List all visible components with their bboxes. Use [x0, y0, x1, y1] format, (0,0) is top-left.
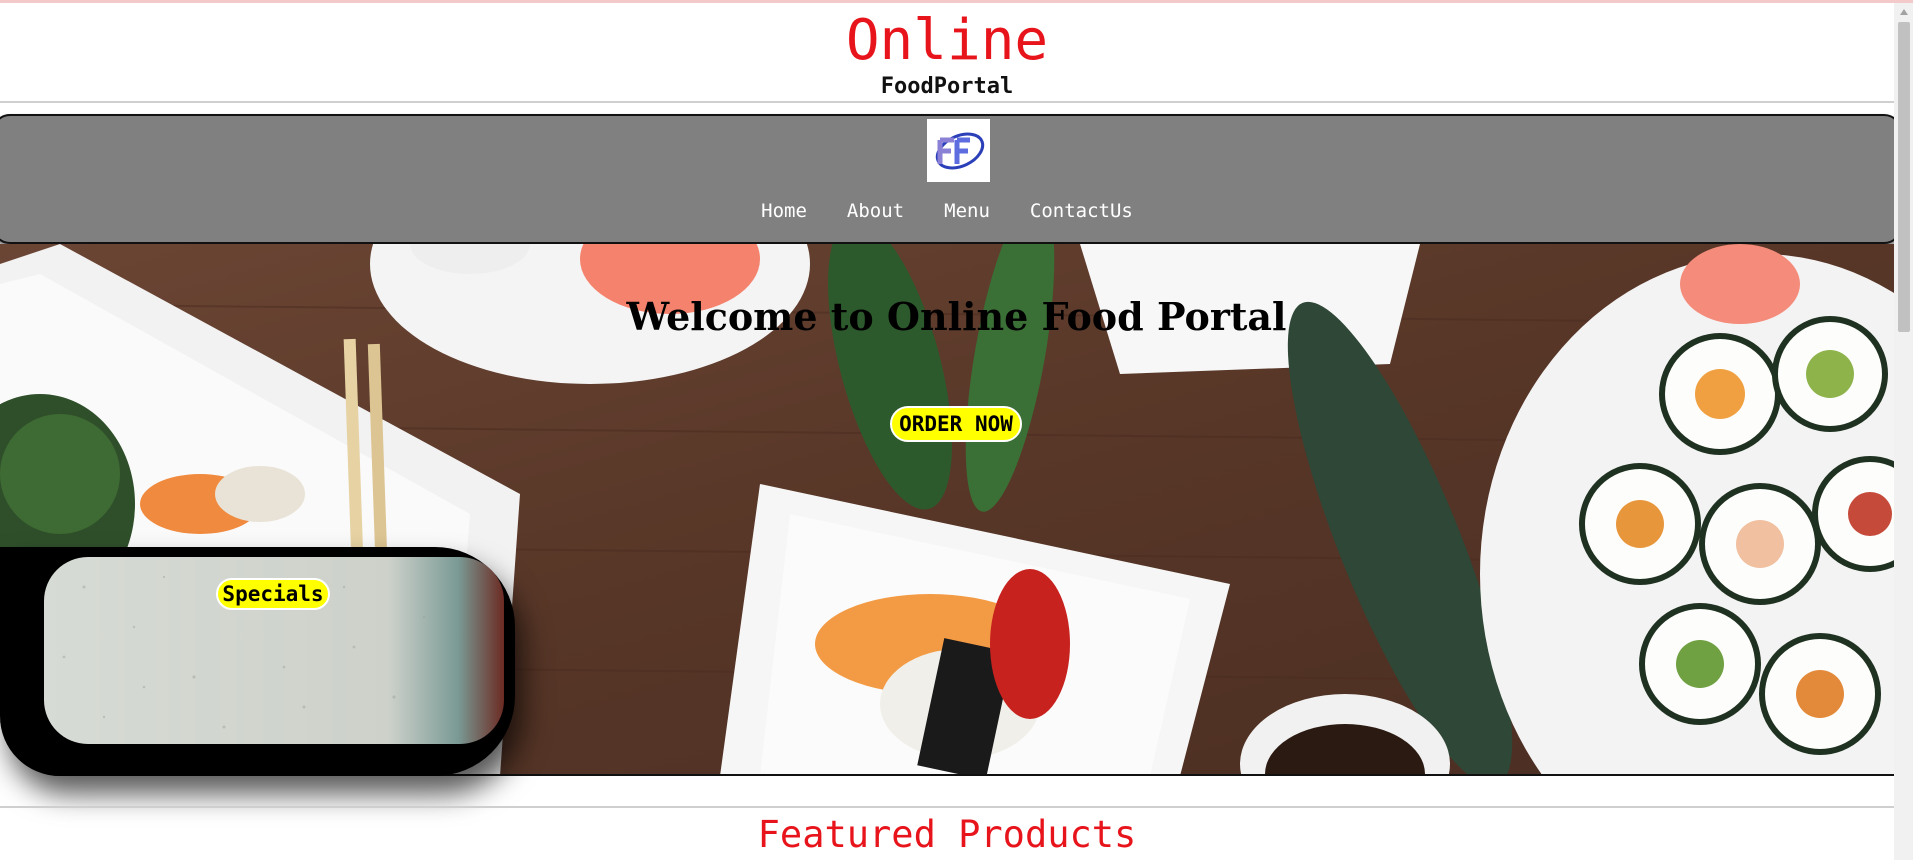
section-divider: [0, 806, 1894, 808]
scrollbar-thumb[interactable]: [1898, 22, 1910, 332]
brand-subtitle: FoodPortal: [880, 74, 1014, 99]
brand-title: Online: [845, 8, 1049, 73]
main-nav: Home About Menu ContactUs: [0, 199, 1894, 223]
specials-label: Specials: [216, 578, 330, 610]
divider: [0, 101, 1894, 103]
logo[interactable]: [927, 119, 990, 182]
scroll-up-arrow-icon[interactable]: [1898, 6, 1910, 18]
fp-logo-icon: [935, 132, 984, 169]
hero-title: Welcome to Online Food Portal: [626, 294, 1287, 339]
order-now-button[interactable]: ORDER NOW: [890, 406, 1022, 442]
nav-contactus[interactable]: ContactUs: [1030, 199, 1133, 223]
nav-home[interactable]: Home: [761, 199, 807, 223]
nav-about[interactable]: About: [847, 199, 904, 223]
featured-products-heading: Featured Products: [757, 813, 1137, 856]
nav-menu[interactable]: Menu: [944, 199, 990, 223]
